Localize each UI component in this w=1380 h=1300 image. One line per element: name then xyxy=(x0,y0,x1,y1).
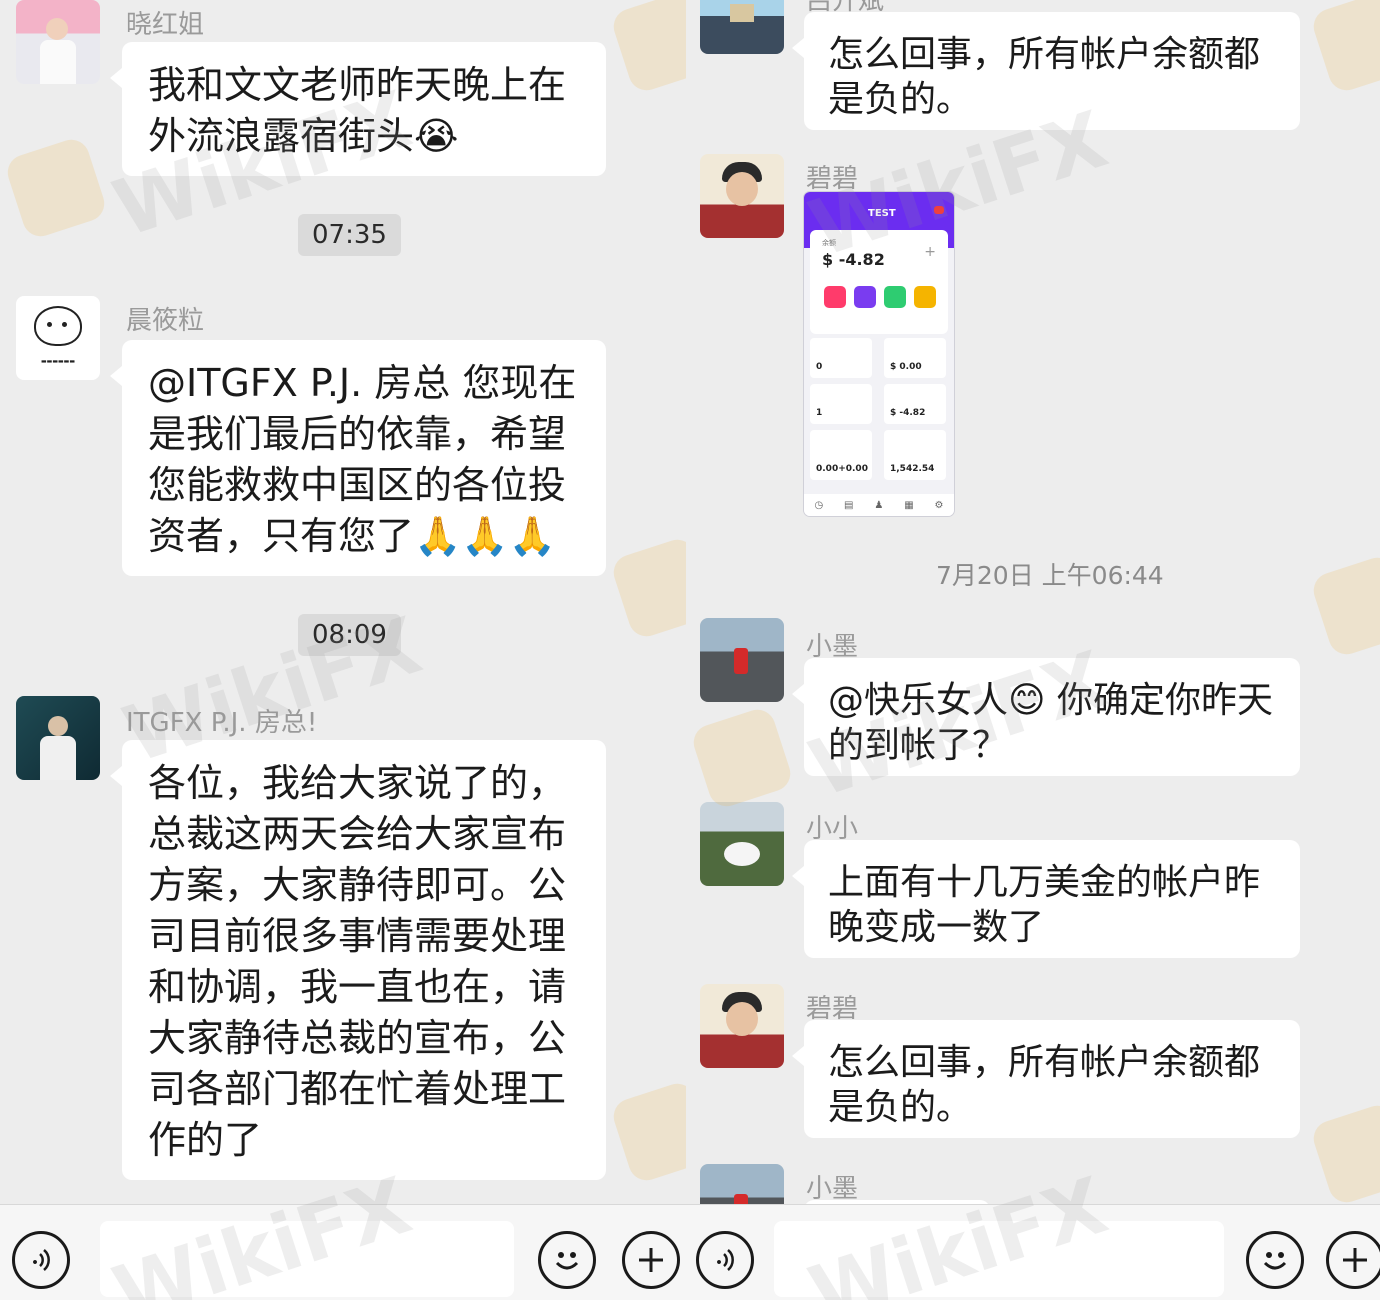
avatar[interactable] xyxy=(16,0,100,84)
message-bubble[interactable]: 怎么回事，所有帐户余额都是负的。 xyxy=(792,1020,1300,1138)
emoji-button[interactable] xyxy=(1246,1231,1304,1289)
sender-name: 晓红姐 xyxy=(126,10,205,40)
stat-tile: 1 xyxy=(810,384,872,424)
app-bottom-nav: ◷ ▤ ♟ ▦ ⚙ xyxy=(804,494,954,516)
message-text: 怎么回事，所有帐户余额都是负的。 xyxy=(828,1042,1261,1128)
message-bubble[interactable]: 各位，我给大家说了的，总裁这两天会给大家宣布方案，大家静待即可。公司目前很多事情… xyxy=(110,740,606,1180)
plus-button[interactable] xyxy=(622,1231,680,1289)
message-bubble[interactable]: 怎么回事，所有帐户余额都是负的。 xyxy=(792,12,1300,130)
stat-tile: $ 0.00 xyxy=(884,338,946,378)
message-text: 上面有十几万美金的帐户昨晚变成一数了 xyxy=(828,862,1261,948)
watermark-logo xyxy=(609,1079,686,1185)
timestamp: 07:35 xyxy=(298,214,401,256)
watermark-logo xyxy=(609,535,686,641)
message-text: 我和文文老师昨天晚上在外流浪露宿街头😭 xyxy=(148,63,567,158)
balance-label: 余额 xyxy=(822,239,836,247)
balance-value: $ -4.82 xyxy=(822,250,885,269)
stat-tile: 0.00+0.00 xyxy=(810,430,872,480)
image-message[interactable]: TEST 余额 $ -4.82 + 0 $ 0.00 1 $ -4.82 0.0… xyxy=(804,192,954,516)
avatar[interactable] xyxy=(700,984,784,1068)
message-bubble[interactable]: @快乐女人😊 你确定你昨天的到帐了？ xyxy=(792,658,1300,776)
watermark-logo xyxy=(609,0,686,95)
avatar[interactable] xyxy=(700,154,784,238)
emoji-button[interactable] xyxy=(538,1231,596,1289)
sender-name: ITGFX P.J. 房总! xyxy=(126,708,318,738)
sender-name: 晨筱粒 xyxy=(126,306,205,336)
app-title: TEST xyxy=(868,208,896,219)
message-text: 怎么回事，所有帐户余额都是负的。 xyxy=(828,34,1261,120)
avatar[interactable] xyxy=(16,696,100,780)
withdraw-icon xyxy=(824,286,846,308)
watermark-logo xyxy=(3,135,109,241)
avatar[interactable] xyxy=(700,618,784,702)
add-icon: + xyxy=(924,244,936,260)
transfer-icon xyxy=(854,286,876,308)
message-bubble[interactable]: @ITGFX P.J. 房总 您现在是我们最后的依靠，希望您能救救中国区的各位投… xyxy=(110,340,606,576)
timestamp: 7月20日 上午06:44 xyxy=(936,561,1164,590)
bank-card-icon xyxy=(884,286,906,308)
balance-card: 余额 $ -4.82 + xyxy=(810,230,948,334)
plus-icon xyxy=(1343,1248,1367,1272)
message-bubble[interactable]: 我和文文老师昨天晚上在外流浪露宿街头😭 xyxy=(110,42,606,176)
chat-panel-left: 晓红姐 我和文文老师昨天晚上在外流浪露宿街头😭 07:35 ▬▬▬▬▬▬ 晨筱粒… xyxy=(0,0,686,1300)
input-bar xyxy=(0,1204,686,1300)
settings-icon: ⚙ xyxy=(934,499,944,511)
message-text: @ITGFX P.J. 房总 您现在是我们最后的依靠，希望您能救救中国区的各位投… xyxy=(148,361,577,558)
sender-name: 碧碧 xyxy=(806,164,859,194)
voice-button[interactable] xyxy=(12,1231,70,1289)
stat-tile: $ -4.82 xyxy=(884,384,946,424)
voice-icon xyxy=(33,1249,50,1271)
plus-icon xyxy=(639,1248,663,1272)
deposit-icon xyxy=(914,286,936,308)
watermark-logo xyxy=(1309,553,1380,659)
voice-button[interactable] xyxy=(696,1231,754,1289)
notification-badge xyxy=(934,206,944,214)
action-icons xyxy=(824,286,936,308)
message-input[interactable] xyxy=(100,1221,514,1297)
watermark-logo xyxy=(1309,0,1380,95)
avatar[interactable] xyxy=(700,0,784,54)
document-icon: ▤ xyxy=(844,499,854,511)
plus-button[interactable] xyxy=(1326,1231,1380,1289)
avatar[interactable]: ▬▬▬▬▬▬ xyxy=(16,296,100,380)
message-input[interactable] xyxy=(774,1221,1224,1297)
stat-tile: 1,542.54 xyxy=(884,430,946,480)
chat-panel-right: 吕开斌 怎么回事，所有帐户余额都是负的。 碧碧 TEST 余额 $ -4.82 … xyxy=(686,0,1380,1300)
clock-icon: ◷ xyxy=(814,499,824,511)
message-text: 各位，我给大家说了的，总裁这两天会给大家宣布方案，大家静待即可。公司目前很多事情… xyxy=(148,761,567,1162)
stat-tile: 0 xyxy=(810,338,872,378)
input-bar xyxy=(686,1204,1380,1300)
watermark-logo xyxy=(689,705,795,811)
emoji-icon xyxy=(555,1252,579,1270)
watermark-logo xyxy=(1309,1101,1380,1207)
grid-icon: ▦ xyxy=(904,499,914,511)
emoji-icon xyxy=(1263,1252,1287,1270)
message-bubble[interactable]: 上面有十几万美金的帐户昨晚变成一数了 xyxy=(792,840,1300,958)
voice-icon xyxy=(717,1249,734,1271)
timestamp: 08:09 xyxy=(298,614,401,656)
avatar[interactable] xyxy=(700,802,784,886)
people-icon: ♟ xyxy=(874,499,884,511)
message-text: @快乐女人😊 你确定你昨天的到帐了？ xyxy=(828,680,1273,766)
